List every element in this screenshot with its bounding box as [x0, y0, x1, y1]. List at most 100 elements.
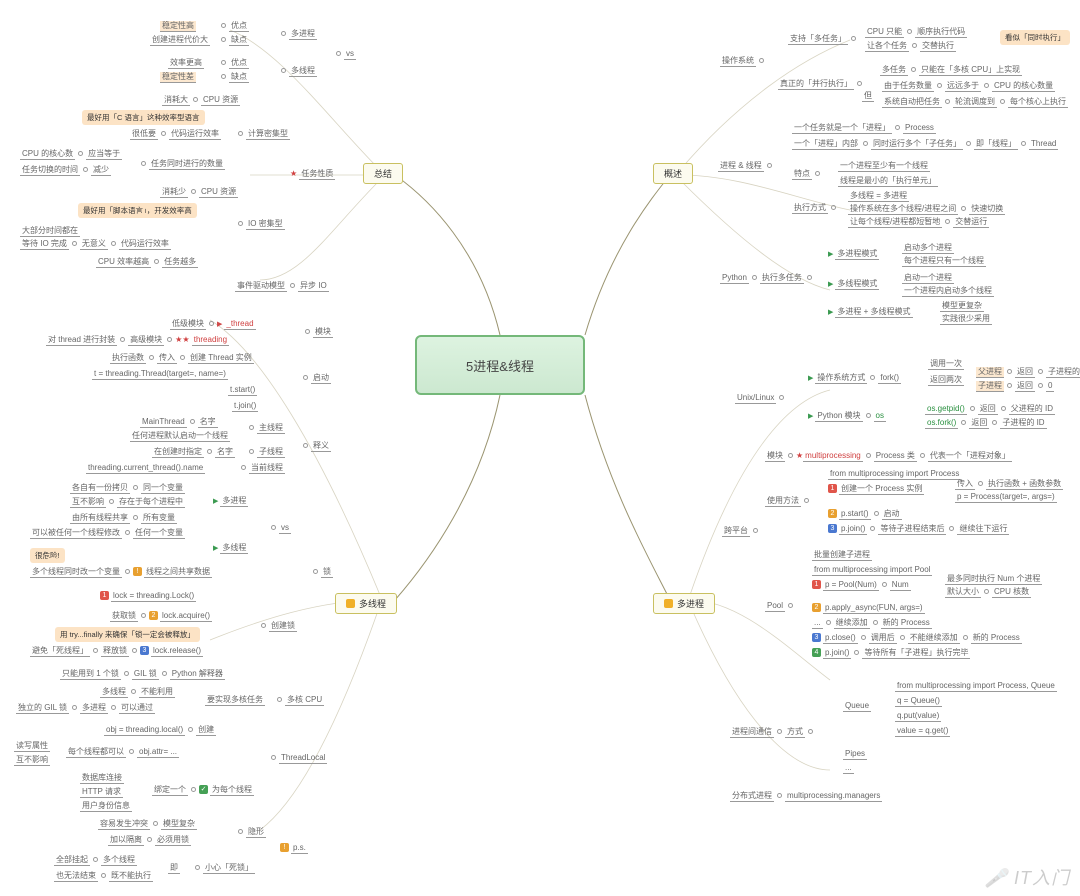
- n[interactable]: 对 thread 进行封装高级模块★★ threading: [46, 334, 229, 346]
- n[interactable]: 一个进程内启动多个线程: [902, 285, 994, 297]
- n[interactable]: 加以隔离必须用锁: [108, 834, 191, 846]
- n-python[interactable]: Python执行多任务: [720, 272, 815, 284]
- n[interactable]: vs: [268, 522, 291, 534]
- n[interactable]: from multiprocessing import Process: [828, 468, 961, 480]
- n[interactable]: os.fork()返回子进程的 ID: [925, 417, 1047, 429]
- hub-overview[interactable]: 概述: [653, 163, 693, 184]
- n[interactable]: 优点: [218, 20, 249, 32]
- n[interactable]: 小心「死锁」: [192, 862, 255, 874]
- n[interactable]: 多线程 = 多进程: [848, 190, 909, 202]
- n[interactable]: 传入执行函数 + 函数参数: [955, 478, 1063, 490]
- n[interactable]: 多个线程同时改一个变量!线程之间共享数据: [30, 566, 212, 578]
- n[interactable]: threading.current_thread().name: [86, 462, 205, 474]
- n[interactable]: 执行函数传入创建 Thread 实例: [110, 352, 254, 364]
- n-unix[interactable]: Unix/Linux: [735, 392, 787, 404]
- center-node[interactable]: 5进程&线程: [415, 335, 585, 395]
- n[interactable]: 隐形: [235, 826, 266, 838]
- n[interactable]: 各自有一份拷贝同一个变量: [70, 482, 185, 494]
- n[interactable]: 调用一次: [928, 358, 964, 370]
- n[interactable]: 独立的 GIL 锁多进程可以通过: [16, 702, 155, 714]
- n[interactable]: 子进程返回0: [976, 380, 1054, 392]
- n[interactable]: ...继续添加新的 Process: [812, 617, 932, 629]
- n[interactable]: 用户身份信息: [80, 800, 132, 812]
- n[interactable]: 让每个线程/进程都短暂地交替运行: [848, 216, 989, 228]
- n[interactable]: from multiprocessing import Pool: [812, 564, 932, 576]
- n[interactable]: 一个进程至少有一个线程: [838, 160, 930, 172]
- n[interactable]: 线程是最小的「执行单元」: [838, 175, 938, 187]
- n[interactable]: !p.s.: [280, 842, 308, 854]
- n[interactable]: 主线程: [246, 422, 285, 434]
- n[interactable]: os.getpid()返回父进程的 ID: [925, 403, 1055, 415]
- n[interactable]: 多线程模式: [828, 278, 879, 291]
- n[interactable]: q.put(value): [895, 710, 941, 722]
- n[interactable]: 一个任务就是一个「进程」Process: [792, 122, 936, 134]
- n[interactable]: 多线程: [213, 542, 248, 555]
- n[interactable]: from multiprocessing import Process, Que…: [895, 680, 1057, 692]
- n[interactable]: 读写属性: [14, 740, 50, 752]
- n[interactable]: 3p.join()等待子进程结束后继续往下运行: [828, 523, 1009, 535]
- n[interactable]: 缺点: [218, 34, 249, 46]
- n[interactable]: 批量创建子进程: [812, 549, 872, 561]
- n[interactable]: 多核 CPU: [274, 694, 324, 706]
- n[interactable]: 返回两次: [928, 374, 964, 386]
- n[interactable]: ThreadLocal: [268, 752, 327, 764]
- n[interactable]: 在创建时指定名字: [152, 446, 235, 458]
- n[interactable]: 等待 IO 完成无意义代码运行效率: [20, 238, 171, 250]
- hub-summary[interactable]: 总结: [363, 163, 403, 184]
- hub-multiprocess[interactable]: 多进程: [653, 593, 715, 614]
- n[interactable]: 多任务只能在「多核 CPU」上实现: [880, 64, 1022, 76]
- n[interactable]: 一个「进程」内部同时运行多个「子任务」即「线程」Thread: [792, 138, 1058, 150]
- n[interactable]: 3p.close()调用后不能继续添加新的 Process: [812, 632, 1022, 644]
- n[interactable]: 优点: [218, 57, 249, 69]
- n[interactable]: 模块: [302, 326, 333, 338]
- n[interactable]: t.start(): [228, 384, 257, 396]
- n[interactable]: 特点: [792, 168, 823, 180]
- n[interactable]: HTTP 请求: [80, 786, 123, 798]
- n[interactable]: 避免「死线程」释放锁3lock.release(): [30, 645, 203, 657]
- n[interactable]: 模块★multiprocessingProcess 类代表一个「进程对象」: [765, 450, 1012, 462]
- n[interactable]: CPU 效率越高任务越多: [96, 256, 198, 268]
- n-cross[interactable]: 跨平台: [722, 525, 761, 537]
- n[interactable]: CPU 只能顺序执行代码: [865, 26, 967, 38]
- n[interactable]: p = Process(target=, args=): [955, 491, 1057, 503]
- n[interactable]: Python 模块os: [808, 410, 886, 423]
- n[interactable]: 启动多个进程: [902, 242, 954, 254]
- n[interactable]: 启动: [300, 372, 331, 384]
- n[interactable]: 创建锁: [258, 620, 297, 632]
- n[interactable]: MainThread名字: [140, 416, 218, 428]
- n[interactable]: t = threading.Thread(target=, name=): [92, 368, 228, 380]
- n[interactable]: 缺点: [218, 71, 249, 83]
- n[interactable]: 当前线程: [238, 462, 285, 474]
- n-lock[interactable]: 锁: [310, 566, 333, 578]
- n[interactable]: 低级模块_thread: [170, 318, 256, 331]
- n[interactable]: 分布式进程multiprocessing.managers: [730, 790, 882, 802]
- n[interactable]: 全部挂起多个线程: [54, 854, 137, 866]
- n[interactable]: q = Queue(): [895, 695, 942, 707]
- n[interactable]: 系统自动把任务轮流调度到每个核心上执行: [882, 96, 1068, 108]
- n[interactable]: 多进程: [278, 28, 317, 40]
- hub-multithread[interactable]: 多线程: [335, 593, 397, 614]
- n[interactable]: t.join(): [232, 400, 258, 412]
- n[interactable]: value = q.get(): [895, 725, 950, 737]
- n-nature[interactable]: ★ 任务性质: [290, 168, 335, 180]
- n[interactable]: 2p.apply_async(FUN, args=): [812, 602, 925, 614]
- n[interactable]: CPU 的核心数应当等于: [20, 148, 122, 160]
- n[interactable]: 互不影响: [14, 754, 50, 766]
- n[interactable]: 容易发生冲突模型复杂: [98, 818, 197, 830]
- n[interactable]: 效率更高: [168, 57, 204, 69]
- n[interactable]: 多线程: [278, 65, 317, 77]
- n[interactable]: obj = threading.local()创建: [104, 724, 216, 736]
- n[interactable]: 让各个任务交替执行: [865, 40, 956, 52]
- n[interactable]: IO 密集型: [235, 218, 285, 230]
- n-vs[interactable]: vs: [333, 48, 356, 60]
- mindmap-canvas[interactable]: 5进程&线程 总结 概述 多线程 多进程 操作系统 支持「多任务」 CPU 只能…: [0, 0, 1080, 896]
- n[interactable]: 互不影响存在于每个进程中: [70, 496, 185, 508]
- n-parallel[interactable]: 真正的「并行执行」: [778, 78, 865, 90]
- n[interactable]: 任务切换的时间减少: [20, 164, 111, 176]
- n[interactable]: 1p = Pool(Num)Num: [812, 579, 911, 591]
- n[interactable]: 每个进程只有一个线程: [902, 255, 986, 267]
- n[interactable]: 操作系统方式fork(): [808, 372, 901, 385]
- n[interactable]: 绑定一个✓为每个线程: [152, 784, 254, 796]
- n[interactable]: 1创建一个 Process 实例: [828, 483, 924, 495]
- n[interactable]: 任务同时进行的数量: [138, 158, 225, 170]
